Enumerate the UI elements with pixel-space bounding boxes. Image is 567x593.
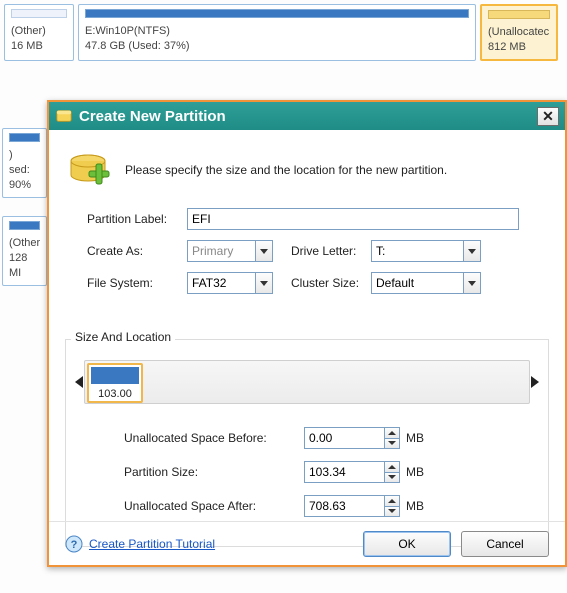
disk-map-row-2: ) sed: 90%: [0, 128, 47, 198]
create-as-label: Create As:: [87, 244, 187, 258]
partition-size-input[interactable]: [304, 461, 384, 483]
partition-title: E:Win10P(NTFS): [85, 24, 469, 39]
partition-bar: [9, 133, 40, 142]
drive-letter-combo[interactable]: [371, 240, 481, 262]
partition-title: (Other): [11, 24, 67, 39]
titlebar[interactable]: Create New Partition ✕: [49, 102, 565, 130]
chevron-down-icon[interactable]: [255, 240, 273, 262]
help-icon[interactable]: ?: [65, 535, 83, 553]
partition-size: 128 MI: [9, 251, 40, 281]
cluster-size-value: [371, 272, 463, 294]
ok-button[interactable]: OK: [363, 531, 451, 557]
space-before-label: Unallocated Space Before:: [124, 431, 304, 445]
create-as-value: [187, 240, 255, 262]
cluster-size-combo[interactable]: [371, 272, 481, 294]
partition-label-label: Partition Label:: [87, 212, 187, 226]
cancel-button[interactable]: Cancel: [461, 531, 549, 557]
cluster-size-label: Cluster Size:: [291, 276, 371, 290]
chevron-down-icon[interactable]: [463, 272, 481, 294]
partition-clip[interactable]: ) sed: 90%: [2, 128, 47, 198]
partition-bar: [85, 9, 469, 18]
partition-size-spinner[interactable]: [304, 461, 400, 483]
space-after-label: Unallocated Space After:: [124, 499, 304, 513]
unit-label: MB: [406, 465, 424, 479]
space-after-spinner[interactable]: [304, 495, 400, 517]
file-system-label: File System:: [87, 276, 187, 290]
new-partition-icon: [65, 147, 111, 193]
file-system-combo[interactable]: [187, 272, 273, 294]
chevron-down-icon[interactable]: [463, 240, 481, 262]
space-before-input[interactable]: [304, 427, 384, 449]
disk-map-row: (Other) 16 MB E:Win10P(NTFS) 47.8 GB (Us…: [0, 0, 562, 65]
partition-bar: [11, 9, 67, 18]
chevron-down-icon[interactable]: [255, 272, 273, 294]
partition-title: ): [9, 148, 40, 163]
partition-e-win10p[interactable]: E:Win10P(NTFS) 47.8 GB (Used: 37%): [78, 4, 476, 61]
close-button[interactable]: ✕: [537, 107, 559, 126]
app-icon: [55, 107, 73, 125]
dialog-title: Create New Partition: [79, 108, 537, 125]
drive-letter-value: [371, 240, 463, 262]
spin-up-icon[interactable]: [384, 461, 400, 473]
partition-title: (Other: [9, 236, 40, 251]
intro-text: Please specify the size and the location…: [125, 163, 447, 177]
partition-size: 47.8 GB (Used: 37%): [85, 39, 469, 54]
partition-bar: [488, 10, 550, 19]
partition-size: 16 MB: [11, 39, 67, 54]
partition-other-128[interactable]: (Other 128 MI: [2, 216, 47, 286]
size-location-group: 103.00 Unallocated Space Before: MB Part…: [65, 339, 549, 547]
spin-up-icon[interactable]: [384, 427, 400, 439]
partition-bar: [9, 221, 40, 230]
size-location-label: Size And Location: [71, 330, 175, 344]
space-before-spinner[interactable]: [304, 427, 400, 449]
resize-handle-left-icon[interactable]: [75, 376, 83, 388]
size-visualizer[interactable]: 103.00: [84, 360, 530, 404]
drive-letter-label: Drive Letter:: [291, 244, 371, 258]
partition-block-caption: 103.00: [89, 388, 141, 400]
partition-unallocated[interactable]: (Unallocatec 812 MB: [480, 4, 558, 61]
file-system-value: [187, 272, 255, 294]
spin-down-icon[interactable]: [384, 507, 400, 518]
tutorial-link[interactable]: Create Partition Tutorial: [89, 537, 215, 551]
partition-size: 812 MB: [488, 40, 550, 55]
partition-size-label: Partition Size:: [124, 465, 304, 479]
unit-label: MB: [406, 431, 424, 445]
partition-size: sed: 90%: [9, 163, 40, 193]
svg-text:?: ?: [71, 539, 78, 551]
dialog-footer: ? Create Partition Tutorial OK Cancel: [49, 521, 565, 565]
partition-other[interactable]: (Other) 16 MB: [4, 4, 74, 61]
partition-block-fill: [91, 367, 139, 384]
create-partition-dialog: Create New Partition ✕ Please specify th…: [47, 100, 567, 567]
close-icon: ✕: [542, 108, 554, 125]
spin-up-icon[interactable]: [384, 495, 400, 507]
partition-label-input[interactable]: [187, 208, 519, 230]
partition-title: (Unallocatec: [488, 25, 550, 40]
space-after-input[interactable]: [304, 495, 384, 517]
resize-handle-right-icon[interactable]: [531, 376, 539, 388]
disk-map-row-3: (Other 128 MI: [0, 216, 47, 286]
partition-block[interactable]: 103.00: [87, 363, 143, 403]
spin-down-icon[interactable]: [384, 473, 400, 484]
spin-down-icon[interactable]: [384, 439, 400, 450]
unit-label: MB: [406, 499, 424, 513]
create-as-combo[interactable]: [187, 240, 273, 262]
